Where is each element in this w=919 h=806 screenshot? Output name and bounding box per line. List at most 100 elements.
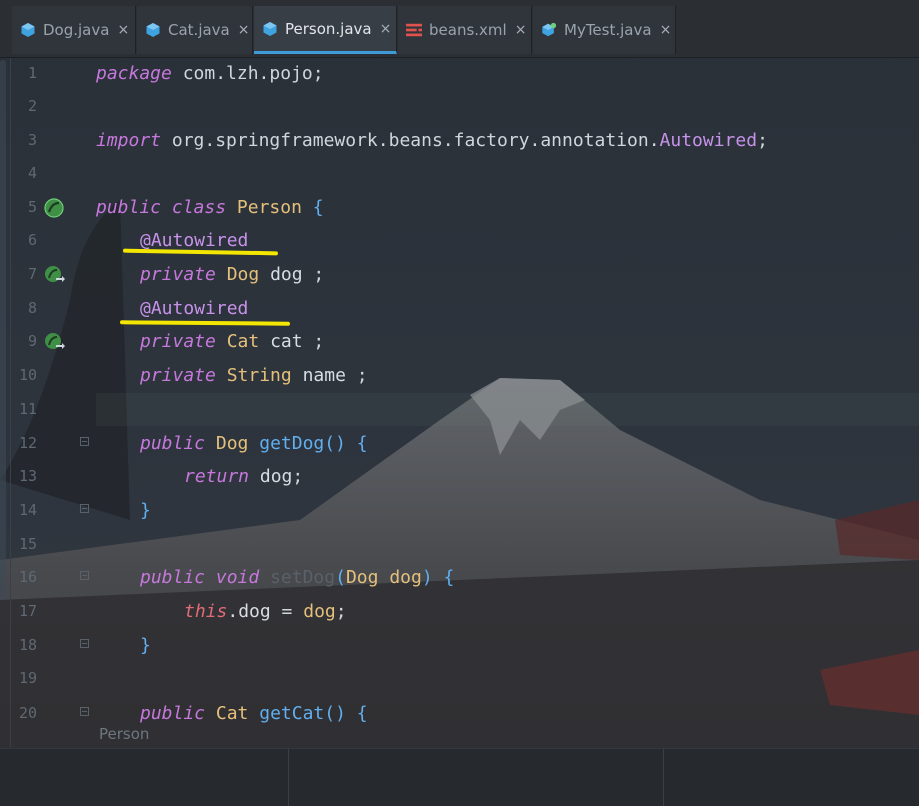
xml-file-icon [406,22,422,38]
fold-marker-icon[interactable] [80,571,89,580]
line-number: 13 [18,467,37,485]
code-line: 14 } [0,494,919,527]
operator: = [270,601,304,622]
java-class-icon [20,22,36,38]
line-number: 19 [18,669,37,687]
close-tab-icon[interactable]: × [380,21,392,37]
code-line: 15 [0,528,919,561]
field-access: .dog [227,601,271,622]
tab-label: Dog.java [43,21,110,39]
method-name: getCat [259,703,325,724]
semicolon: ; [313,331,325,352]
line-number: 12 [18,434,37,452]
line-number: 18 [18,636,37,654]
fold-marker-icon[interactable] [80,504,89,513]
semicolon: ; [757,130,768,151]
line-number: 9 [27,332,37,350]
tab-mytest-java[interactable]: MyTest.java × [533,6,676,54]
tab-dog-java[interactable]: Dog.java × [12,6,136,54]
brace: { [443,567,455,588]
fold-marker-icon[interactable] [80,707,89,716]
tab-label: Cat.java [168,21,230,39]
autowired-navigation-icon[interactable] [44,265,65,285]
field-name: dog [270,264,303,285]
line-number: 1 [27,64,37,82]
semicolon: ; [313,264,325,285]
fold-marker-icon[interactable] [80,437,89,446]
parens: () [324,433,346,454]
keyword: public [140,567,206,588]
line-number: 3 [27,131,37,149]
close-tab-icon[interactable]: × [515,22,527,38]
code-line: 16 public void setDog(Dog dog) { [0,561,919,594]
tab-label: beans.xml [429,21,507,39]
java-class-icon [262,21,278,37]
type-name: Cat [226,331,260,352]
parens: () [324,703,346,724]
line-number: 7 [27,265,37,283]
class-name: Person [236,197,302,218]
autowired-navigation-icon[interactable] [44,332,65,352]
line-number: 8 [27,299,37,317]
tab-label: Person.java [285,19,372,38]
parameter-ref: dog [303,601,336,622]
line-number: 15 [18,535,37,553]
code-line: 3 import org.springframework.beans.facto… [0,124,919,157]
code-editor[interactable]: 1 package com.lzh.pojo; 2 3 import org.s… [0,57,919,747]
code-line: 2 [0,90,919,123]
code-line: 7 private Dog dog ; [0,258,919,291]
line-number: 17 [18,602,37,620]
breadcrumb[interactable]: Person [99,725,149,743]
type-name: Dog [226,264,260,285]
import-class: Autowired [659,130,758,151]
tab-person-java[interactable]: Person.java × [254,6,397,54]
paren-open: ( [335,567,346,588]
line-number: 14 [18,501,37,519]
keyword: import [96,130,162,151]
line-number: 4 [27,164,37,182]
keyword: public [96,197,162,218]
close-tab-icon[interactable]: × [238,22,250,38]
panel-divider [288,749,289,806]
java-class-icon [145,22,161,38]
field-name: name [302,365,346,386]
code-line: 4 [0,157,919,190]
annotation: @Autowired [140,298,249,319]
brace: } [140,635,151,656]
import-path: org.springframework.beans.factory.annota… [161,130,660,151]
code-line: 1 package com.lzh.pojo; [0,57,919,90]
breadcrumb-bar: Person [0,722,919,750]
semicolon: ; [335,601,347,622]
brace: { [356,703,368,724]
code-line: 11 [0,393,919,426]
tab-beans-xml[interactable]: beans.xml × [398,6,532,54]
code-line: 10 private String name ; [0,359,919,392]
line-number: 11 [18,400,37,418]
code-line: 13 return dog; [0,460,919,493]
close-tab-icon[interactable]: × [117,22,129,38]
paren-close: ) [421,567,433,588]
fold-marker-icon[interactable] [80,639,89,648]
line-number: 10 [18,366,37,384]
code-line: 17 this.dog = dog; [0,595,919,628]
panel-divider [663,749,664,806]
annotation: @Autowired [140,230,249,251]
line-number: 6 [27,231,37,249]
bottom-panel [0,748,919,806]
spring-bean-icon[interactable] [44,198,64,218]
keyword: private [140,365,216,386]
tab-cat-java[interactable]: Cat.java × [137,6,253,54]
code-line: 5 public class Person { [0,191,919,224]
keyword: private [140,264,216,285]
code-line: 19 [0,662,919,695]
method-name: setDog [270,567,336,588]
semicolon: ; [356,365,368,386]
line-number: 16 [18,568,37,586]
close-tab-icon[interactable]: × [660,22,672,38]
line-number: 2 [27,97,37,115]
keyword: private [140,331,216,352]
type-name: Dog [345,567,379,588]
tab-label: MyTest.java [564,21,652,39]
type-name: Dog [215,433,249,454]
semicolon: ; [292,466,304,487]
